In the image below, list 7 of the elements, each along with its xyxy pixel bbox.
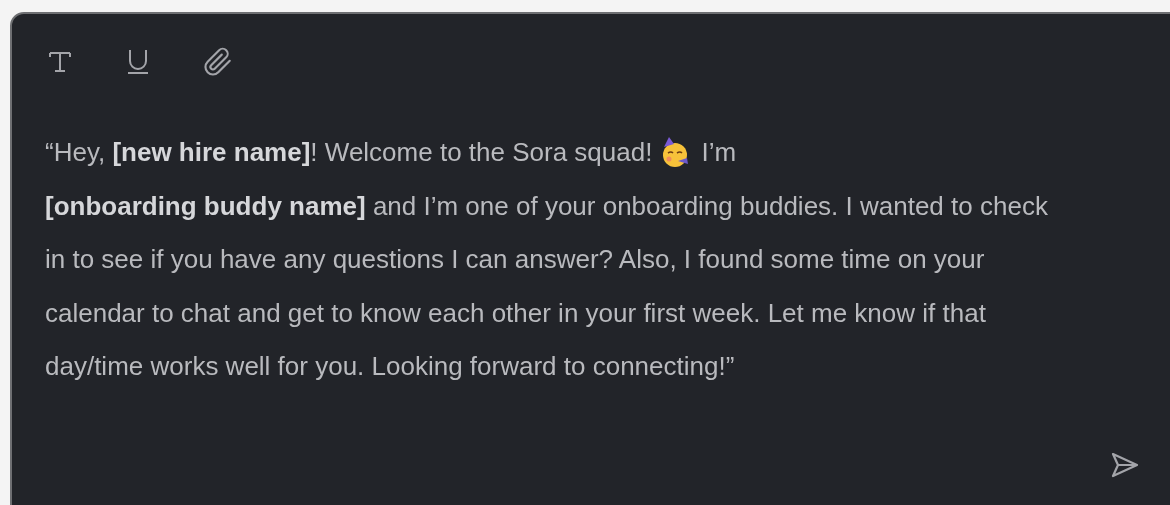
text-icon (47, 49, 73, 75)
underline-icon (125, 48, 151, 76)
paperclip-icon (203, 47, 233, 77)
message-text: [onboarding buddy name] and I’m one of your onboarding buddies. I wanted to check in to see if you have any questions I can answer? Also, I found some time on your calendar to chat and get to know each other in your first week. Let me know if that day/time works well for you. Looking forward to connecting!” (45, 189, 1049, 383)
message-text: “Hey, [new hire name]! Welcome to the Sora squad! (45, 136, 653, 169)
send-icon (1110, 450, 1140, 480)
message-text: I’m (701, 136, 737, 169)
